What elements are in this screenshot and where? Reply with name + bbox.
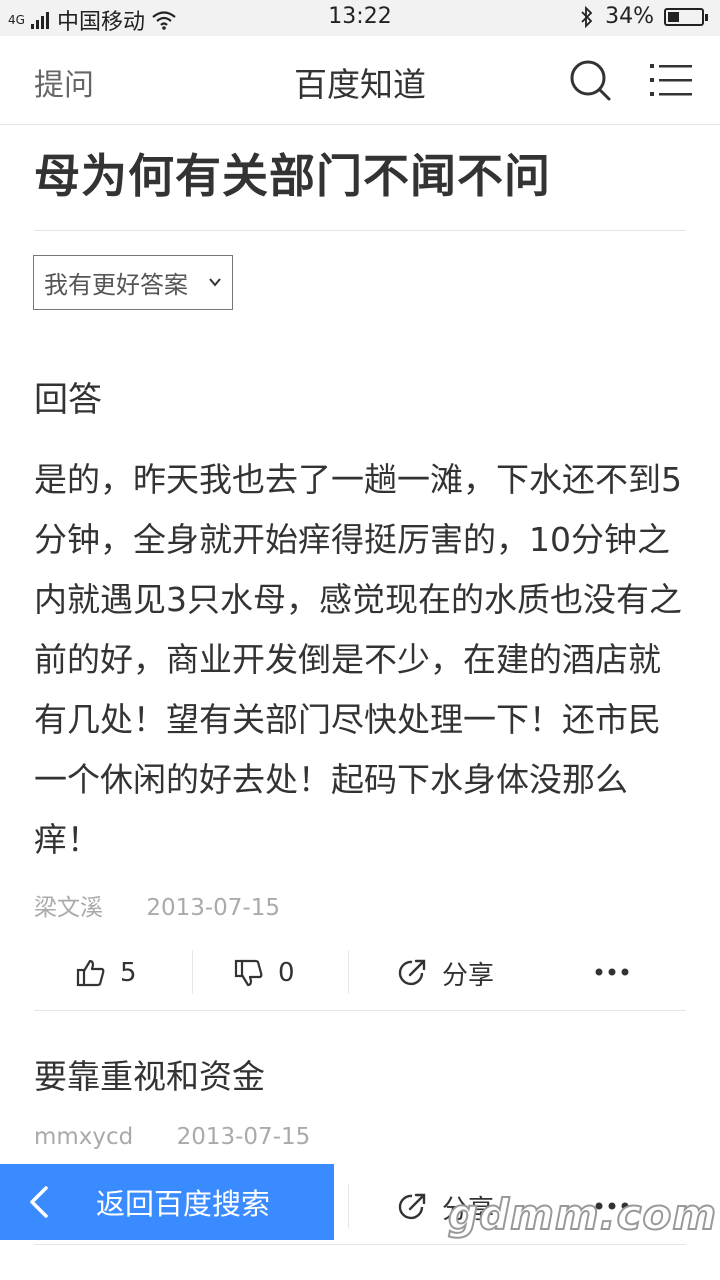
divider xyxy=(34,230,686,231)
answer-heading: 回答 xyxy=(34,372,102,421)
divider xyxy=(34,1010,686,1011)
top-nav: 提问 百度知道 xyxy=(0,36,720,125)
answer-author[interactable]: mmxycd xyxy=(34,1124,133,1150)
status-bar: 4G 中国移动 13:22 34% xyxy=(0,0,720,36)
back-to-search-label: 返回百度搜索 xyxy=(96,1187,271,1221)
status-right: 34% xyxy=(579,4,708,29)
better-answer-label: 我有更好答案 xyxy=(44,271,188,299)
dislike-count: 0 xyxy=(278,958,295,988)
action-separator xyxy=(348,1184,349,1228)
chevron-down-icon xyxy=(209,278,221,287)
action-separator xyxy=(348,950,349,994)
thumbs-down-icon xyxy=(234,959,263,987)
like-count: 5 xyxy=(120,958,137,988)
answer-actions: 5 0 分享 xyxy=(34,936,686,1010)
answer-body: 要靠重视和资金 xyxy=(34,1057,265,1096)
like-button[interactable]: 5 xyxy=(76,936,137,1010)
thumbs-up-icon xyxy=(76,959,105,987)
search-icon[interactable] xyxy=(568,58,612,102)
question-title: 母为何有关部门不闻不问 xyxy=(34,149,551,203)
share-icon xyxy=(398,959,426,986)
menu-icon[interactable] xyxy=(650,62,692,98)
answer-author[interactable]: 梁文溪 xyxy=(34,895,103,921)
share-label: 分享 xyxy=(442,960,495,991)
answer-heading-text: 回答 xyxy=(34,380,102,420)
page-title: 百度知道 xyxy=(294,65,426,104)
answer-meta: 梁文溪 2013-07-15 xyxy=(34,888,280,922)
back-arrow-icon xyxy=(30,1186,48,1218)
back-to-search-button[interactable]: 返回百度搜索 xyxy=(0,1164,334,1240)
share-icon xyxy=(398,1193,426,1220)
action-separator xyxy=(192,950,193,994)
divider xyxy=(34,1244,686,1245)
battery-fill xyxy=(668,11,679,22)
dislike-button[interactable]: 0 xyxy=(234,936,295,1010)
answer-date: 2013-07-15 xyxy=(176,1124,311,1150)
better-answer-dropdown[interactable]: 我有更好答案 xyxy=(33,255,233,310)
answer-body: 是的，昨天我也去了一趟一滩，下水还不到5分钟，全身就开始痒得挺厉害的，10分钟之… xyxy=(34,460,682,859)
battery-icon xyxy=(664,7,708,26)
share-button[interactable]: 分享 xyxy=(396,936,494,1010)
answer-meta: mmxycd 2013-07-15 xyxy=(34,1124,310,1150)
watermark: gdmm.com xyxy=(447,1189,718,1240)
battery-percent: 34% xyxy=(605,4,654,29)
answer-date: 2013-07-15 xyxy=(146,895,280,921)
bluetooth-icon xyxy=(581,5,593,28)
more-icon[interactable] xyxy=(594,966,630,978)
